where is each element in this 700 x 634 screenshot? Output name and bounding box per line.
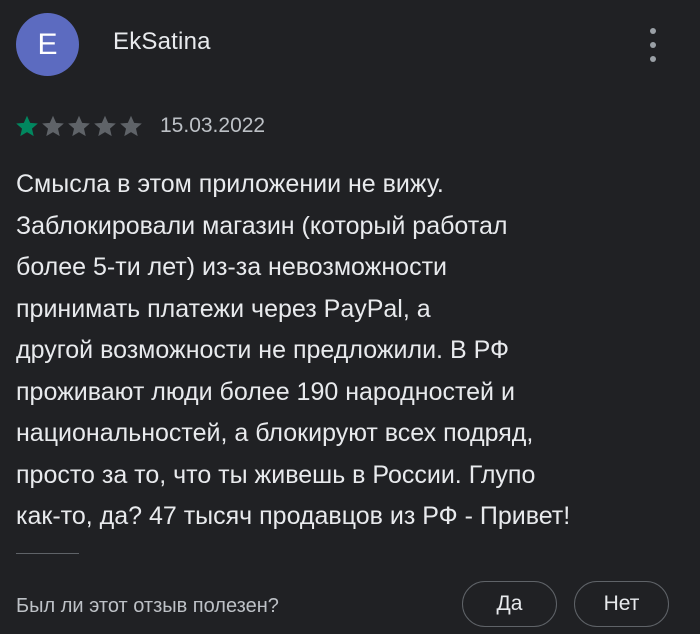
- more-dot: [650, 42, 656, 48]
- helpful-question: Был ли этот отзыв полезен?: [16, 595, 279, 617]
- review-line: проживают люди более 190 народностей и: [16, 377, 515, 406]
- rating-row: 15.03.2022: [14, 113, 265, 139]
- star-rating: [14, 113, 144, 139]
- author-name: EkSatina: [113, 28, 211, 55]
- review-line: как-то, да? 47 тысяч продавцов из РФ - П…: [16, 502, 571, 530]
- review-line: просто за то, что ты живешь в России. Гл…: [16, 460, 536, 489]
- review-text: Смысла в этом приложении не вижу. Заблоки…: [16, 164, 692, 538]
- star-empty-icon: [42, 115, 64, 137]
- review-line: Заблокировали магазин (который работал: [16, 211, 508, 240]
- divider: [16, 553, 79, 554]
- star-filled-icon: [16, 115, 38, 137]
- more-dot: [650, 28, 656, 34]
- avatar: E: [16, 13, 79, 76]
- helpful-no-button[interactable]: Нет: [574, 581, 669, 627]
- avatar-letter: E: [37, 27, 58, 61]
- star-empty-icon: [94, 115, 116, 137]
- review-line: другой возможности не предложили. В РФ: [16, 336, 509, 364]
- helpful-yes-button[interactable]: Да: [462, 581, 557, 627]
- review-date: 15.03.2022: [160, 114, 266, 137]
- review-line: Смысла в этом приложении не вижу.: [16, 170, 444, 198]
- more-vert-icon[interactable]: [640, 28, 666, 62]
- more-dot: [650, 56, 656, 62]
- review-line: принимать платежи через PayPal, а: [16, 294, 431, 323]
- review-line: национальностей, а блокируют всех подряд…: [16, 419, 534, 447]
- star-empty-icon: [68, 115, 90, 137]
- star-empty-icon: [120, 115, 142, 137]
- review-line: более 5-ти лет) из-за невозможности: [16, 253, 448, 281]
